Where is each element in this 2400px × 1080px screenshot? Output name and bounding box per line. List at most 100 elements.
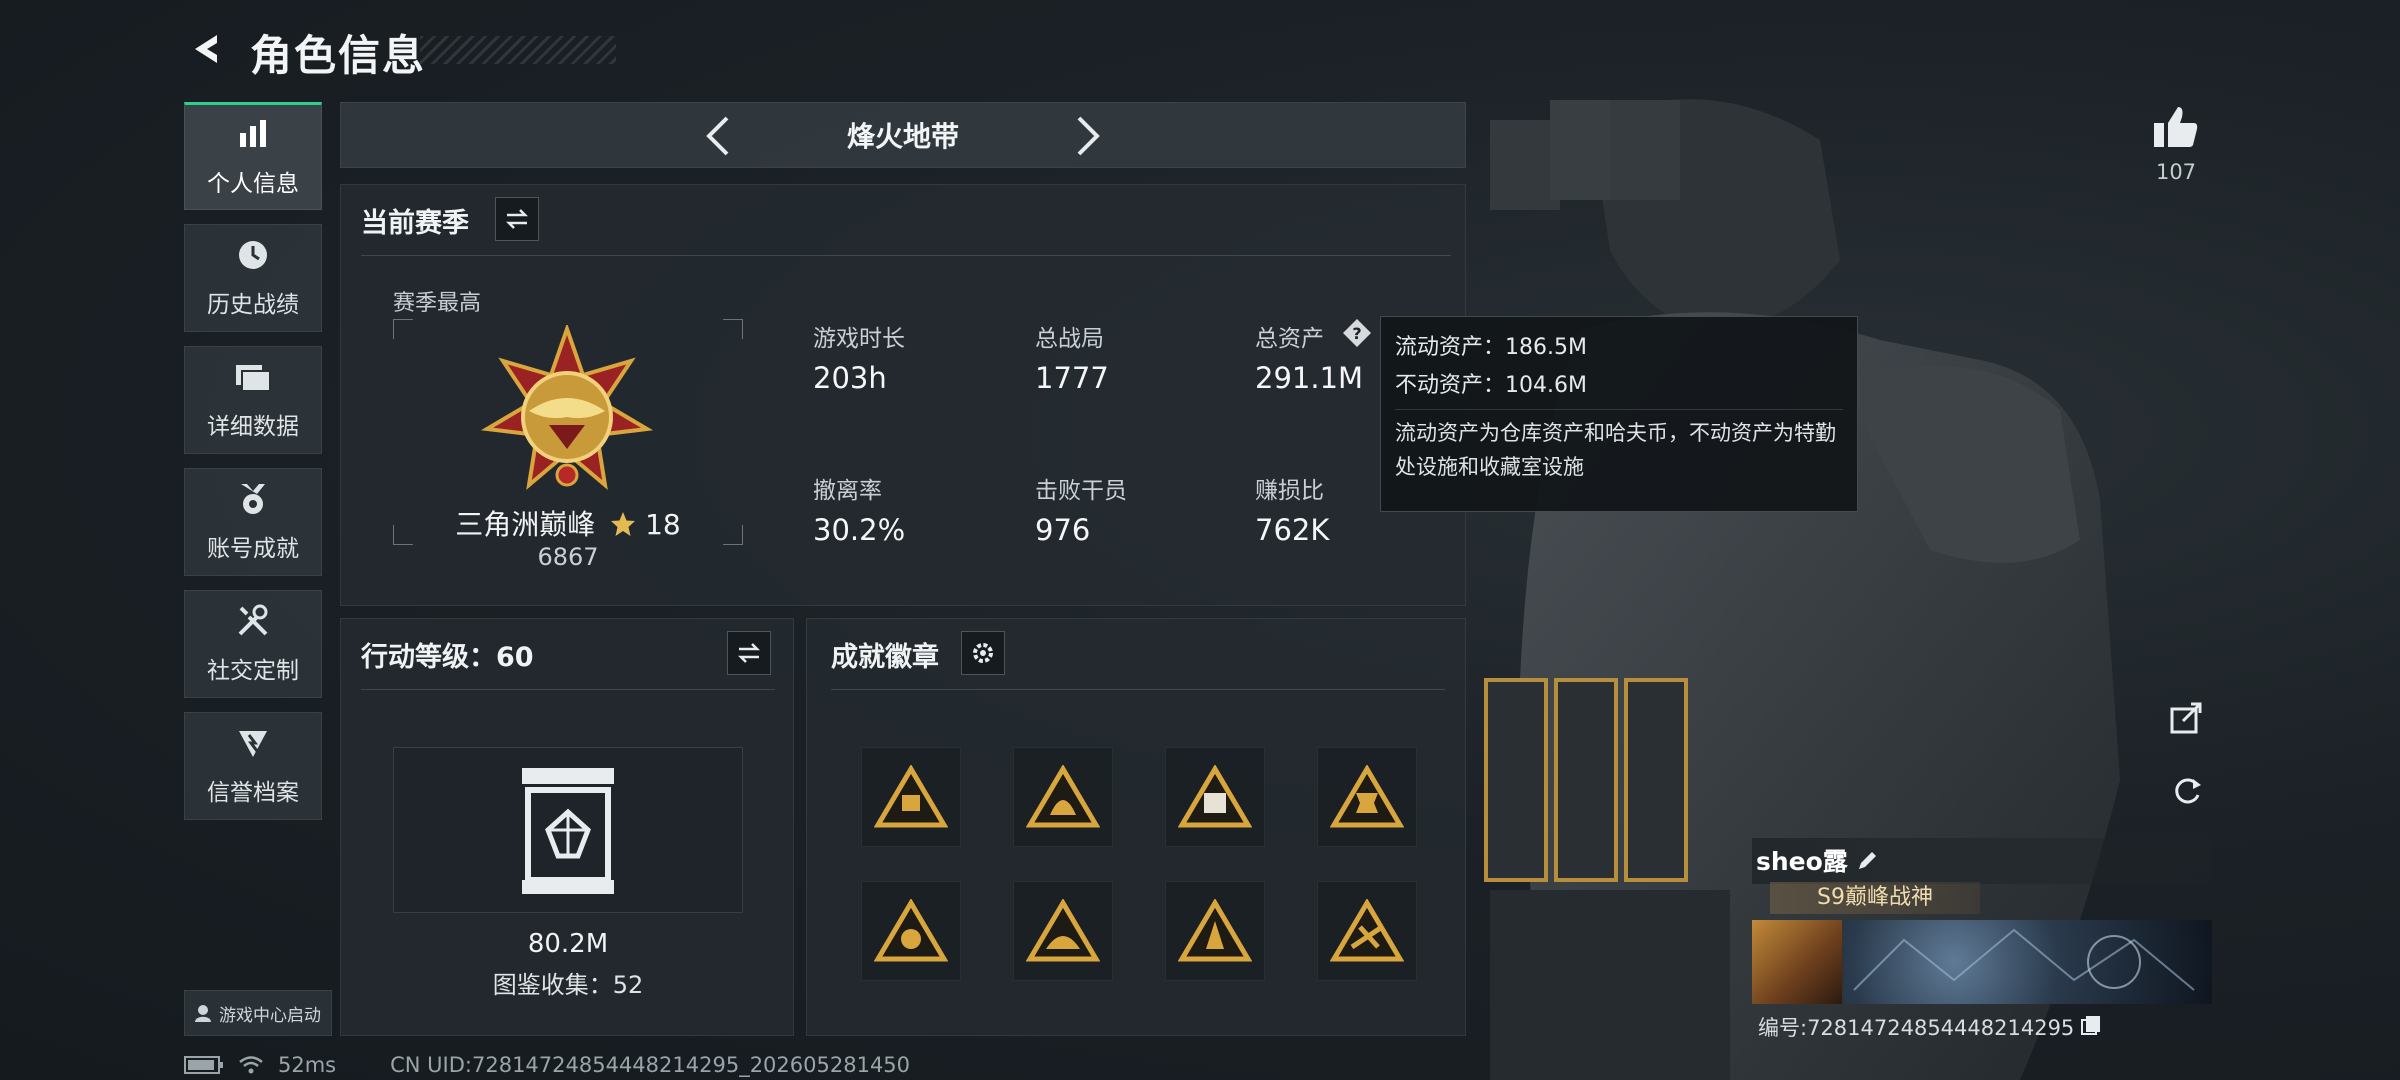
sidebar-item-details[interactable]: 详细数据 — [184, 346, 322, 454]
sidebar-item-label: 社交定制 — [207, 658, 299, 684]
copy-icon — [2081, 1016, 2100, 1035]
stat-value: 762K — [1255, 513, 1330, 547]
achievement-badges-panel: 成就徽章 — [806, 618, 1466, 1036]
copy-id-button[interactable] — [2078, 1012, 2104, 1038]
collection-value: 80.2M — [527, 929, 609, 959]
badge-triangle-icon — [1330, 899, 1404, 962]
share-icon — [2170, 702, 2202, 734]
player-id: 编号:72814724854448214295 — [1758, 1016, 2075, 1040]
refresh-button[interactable] — [2162, 766, 2212, 816]
ping-value: 52ms — [278, 1053, 337, 1077]
rank-points: 6867 — [537, 543, 599, 571]
sidebar-item-label: 信誉档案 — [207, 780, 299, 806]
stat-value: 203h — [813, 361, 887, 395]
bar-chart-icon — [233, 116, 273, 152]
sidebar-item-personal-info[interactable]: 个人信息 — [184, 102, 322, 210]
action-level-title: 行动等级：60 — [361, 642, 534, 673]
badge-triangle-icon — [1178, 765, 1252, 828]
sidebar-item-label: 详细数据 — [207, 414, 299, 440]
divider — [831, 689, 1445, 690]
badge-slot[interactable] — [861, 881, 961, 981]
status-bar: 52ms CN UID:72814724854448214295_2026052… — [184, 1052, 910, 1078]
stat-value: 30.2% — [813, 513, 906, 547]
collection-preview[interactable] — [393, 747, 743, 913]
badge-slot[interactable] — [1165, 881, 1265, 981]
mode-selector: 烽火地带 — [340, 102, 1466, 168]
mode-title: 烽火地带 — [846, 120, 959, 153]
stat-label: 赚损比 — [1255, 478, 1324, 504]
badge-triangle-icon — [874, 765, 948, 828]
page-title: 角色信息 — [250, 31, 427, 80]
season-switch-button[interactable] — [495, 197, 539, 241]
stat-label: 总战局 — [1035, 326, 1104, 352]
thumbs-up-icon — [2154, 107, 2198, 147]
season-title: 当前赛季 — [361, 208, 469, 239]
tooltip-fixed-assets: 不动资产：104.6M — [1395, 373, 1587, 398]
sidebar-item-reputation[interactable]: 信誉档案 — [184, 712, 322, 820]
asset-tooltip: 流动资产：186.5M 不动资产：104.6M 流动资产为仓库资产和哈夫币，不动… — [1380, 316, 1858, 512]
shield-icon — [233, 725, 273, 761]
like-count: 107 — [2155, 160, 2197, 184]
swap-icon — [737, 643, 761, 663]
stat-value: 976 — [1035, 513, 1091, 547]
rank-emblem-icon — [480, 325, 654, 490]
sidebar-item-social[interactable]: 社交定制 — [184, 590, 322, 698]
badge-triangle-icon — [1026, 765, 1100, 828]
stat-label: 击败干员 — [1035, 478, 1127, 504]
edit-name-button[interactable] — [1852, 846, 1882, 876]
badge-triangle-icon — [874, 899, 948, 962]
like-button[interactable] — [2148, 98, 2204, 154]
badge-slot[interactable] — [1317, 747, 1417, 847]
badge-triangle-icon — [1178, 899, 1252, 962]
pencil-icon — [1859, 852, 1876, 869]
folder-icon — [233, 359, 273, 395]
badge-slot[interactable] — [1317, 881, 1417, 981]
action-level-panel: 行动等级：60 80.2M 图鉴收集：52 — [340, 618, 794, 1036]
player-name: sheo露 — [1756, 847, 1848, 876]
badge-slot[interactable] — [1013, 881, 1113, 981]
badge-slot[interactable] — [1165, 747, 1265, 847]
stat-value: 291.1M — [1255, 361, 1364, 395]
medal-icon — [233, 481, 273, 517]
rank-line: 三角洲巅峰 18 — [393, 503, 743, 543]
star-icon — [611, 512, 636, 536]
badge-triangle-icon — [1026, 899, 1100, 962]
asset-info-button[interactable]: ? — [1341, 317, 1373, 349]
game-center-launch-button[interactable]: 游戏中心启动 — [184, 990, 332, 1036]
clock-icon — [233, 237, 273, 273]
tooltip-note: 流动资产为仓库资产和哈夫币，不动资产为特勤处设施和收藏室设施 — [1395, 421, 1836, 479]
tooltip-liquid-assets: 流动资产：186.5M — [1395, 335, 1587, 360]
user-icon — [195, 1005, 211, 1022]
swap-icon — [505, 209, 529, 229]
badge-slot[interactable] — [1013, 747, 1113, 847]
badges-title: 成就徽章 — [831, 642, 939, 673]
back-arrow-icon — [195, 35, 217, 63]
player-title-banner: S9巅峰战神 — [1770, 882, 1980, 914]
avatar — [1752, 920, 1842, 1004]
stat-value: 1777 — [1035, 361, 1109, 395]
action-level-switch-button[interactable] — [727, 631, 771, 675]
stat-label: 游戏时长 — [813, 326, 905, 352]
title-decoration — [420, 36, 616, 64]
share-button[interactable] — [2162, 692, 2212, 742]
tools-icon — [233, 603, 273, 639]
card-pattern — [1853, 928, 2195, 991]
collection-icon — [522, 768, 614, 894]
sidebar-item-achievements[interactable]: 账号成就 — [184, 468, 322, 576]
sidebar-item-history[interactable]: 历史战绩 — [184, 224, 322, 332]
player-card-banner[interactable] — [1752, 920, 2212, 1004]
sidebar-item-label: 历史战绩 — [207, 292, 299, 318]
next-mode-button[interactable] — [1063, 111, 1113, 161]
stat-label: 总资产 — [1255, 326, 1324, 352]
back-button[interactable] — [182, 26, 232, 72]
refresh-icon — [2175, 778, 2201, 804]
svg-text:?: ? — [1352, 324, 1361, 343]
badge-slot[interactable] — [861, 747, 961, 847]
battery-icon — [184, 1056, 223, 1074]
collection-count: 图鉴收集：52 — [492, 971, 644, 999]
sidebar-item-label: 个人信息 — [207, 171, 299, 197]
badges-settings-button[interactable] — [961, 631, 1005, 675]
divider — [361, 255, 1451, 256]
game-center-label: 游戏中心启动 — [219, 1005, 321, 1026]
previous-mode-button[interactable] — [693, 111, 743, 161]
